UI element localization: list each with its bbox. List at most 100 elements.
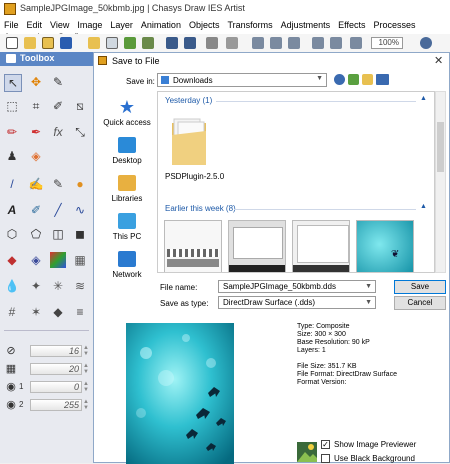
black-background-checkbox[interactable] — [321, 454, 330, 463]
save-as-type-dropdown[interactable]: DirectDraw Surface (.dds) ▼ — [218, 296, 376, 309]
new-file-icon[interactable] — [6, 37, 18, 49]
spray-tool-icon[interactable]: ✍ — [28, 176, 44, 192]
scrollbar-thumb[interactable] — [437, 122, 444, 172]
close-icon[interactable]: ✕ — [434, 54, 443, 67]
place-desktop[interactable]: Desktop — [97, 137, 157, 165]
smudge-tool-icon[interactable]: ✎ — [50, 176, 66, 192]
show-previewer-checkbox[interactable]: ✓ — [321, 440, 330, 449]
save-icon[interactable] — [60, 37, 72, 49]
threshold-1-value[interactable]: 0 — [30, 381, 82, 393]
resize-icon[interactable] — [330, 37, 342, 49]
menu-effects[interactable]: Effects — [334, 18, 369, 30]
paste-icon[interactable] — [106, 37, 118, 49]
group-header[interactable]: Yesterday (1) — [165, 96, 212, 105]
chevron-up-icon[interactable]: ▲ — [420, 95, 427, 102]
polygon-tool-icon[interactable]: ⬠ — [28, 226, 44, 242]
text-tool-icon[interactable]: A — [4, 202, 20, 218]
file-list[interactable]: Yesterday (1) ▲ PSDPlugin-2.5.0 Earlier … — [157, 91, 435, 273]
arrange-icon[interactable] — [288, 37, 300, 49]
fx-tool-icon[interactable]: fx — [50, 124, 66, 140]
crop-tool-icon[interactable]: ⌗ — [28, 98, 44, 114]
pen-tool-icon[interactable]: ✒ — [28, 124, 44, 140]
menu-processes[interactable]: Processes — [370, 18, 420, 30]
menu-adjustments[interactable]: Adjustments — [277, 18, 335, 30]
bandage-tool-icon[interactable]: ◈ — [28, 148, 44, 164]
eyedropper-tool-icon[interactable]: ✎ — [50, 74, 66, 90]
menu-view[interactable]: View — [46, 18, 73, 30]
size-value[interactable]: 16 — [30, 345, 82, 357]
file-thumbnail[interactable] — [292, 220, 350, 272]
save-button[interactable]: Save — [394, 280, 446, 294]
pointer-tool-icon[interactable]: ↖ — [4, 74, 22, 92]
warp-tool-icon[interactable]: ⤡ — [72, 124, 88, 140]
cancel-button[interactable]: Cancel — [394, 296, 446, 310]
open-folder-icon[interactable] — [24, 37, 36, 49]
place-quick-access[interactable]: ★ Quick access — [97, 98, 157, 127]
sparkle-tool-icon[interactable]: ✳ — [50, 278, 66, 294]
file-thumbnail[interactable] — [164, 220, 222, 272]
drop-tool-icon[interactable]: 💧 — [4, 278, 20, 294]
fill-tool-icon[interactable]: ● — [72, 176, 88, 192]
menu-animation[interactable]: Animation — [137, 18, 185, 30]
help-icon[interactable] — [420, 37, 432, 49]
bucket-tool-icon[interactable]: ◆ — [4, 252, 20, 268]
opacity-value[interactable]: 20 — [30, 363, 82, 375]
place-libraries[interactable]: Libraries — [97, 175, 157, 203]
group-header[interactable]: Earlier this week (8) — [165, 204, 236, 213]
nib-tool-icon[interactable]: ◆ — [50, 304, 66, 320]
file-thumbnail[interactable]: ❦ — [356, 220, 414, 272]
zoom-field[interactable]: 100% — [371, 37, 403, 49]
threshold-2-slider[interactable]: ◉ 2 255 ▲ ▼ — [0, 398, 93, 412]
opacity-slider[interactable]: ▦ 20 ▲ ▼ — [0, 362, 93, 376]
crop-icon[interactable] — [312, 37, 324, 49]
chevron-down-icon[interactable]: ▼ — [365, 281, 372, 292]
menu-image[interactable]: Image — [73, 18, 106, 30]
move-tool-icon[interactable]: ✥ — [28, 74, 44, 90]
place-network[interactable]: Network — [97, 251, 157, 279]
threshold-1-spinner[interactable]: ▲ ▼ — [83, 381, 89, 393]
undo-icon[interactable] — [166, 37, 178, 49]
gradient-tool-icon[interactable]: ◈ — [28, 252, 44, 268]
tool-icon[interactable] — [206, 37, 218, 49]
picker-tool-icon[interactable]: ✐ — [50, 98, 66, 114]
menu-tool-icon[interactable]: ≡ — [72, 304, 88, 320]
cylinder-tool-icon[interactable]: ◫ — [50, 226, 66, 242]
menu-transforms[interactable]: Transforms — [223, 18, 276, 30]
threshold-2-spinner[interactable]: ▲ ▼ — [83, 399, 89, 411]
transform-tool-icon[interactable]: ⧅ — [72, 98, 88, 114]
menu-layer[interactable]: Layer — [106, 18, 137, 30]
redo-icon[interactable] — [184, 37, 196, 49]
pattern-tool-icon[interactable]: ▦ — [72, 252, 88, 268]
file-name-input[interactable]: SampleJPGImage_50kbmb.dds ▼ — [218, 280, 376, 293]
wave-tool-icon[interactable]: ≋ — [72, 278, 88, 294]
pencil-tool-icon[interactable]: / — [4, 176, 20, 192]
fit-icon[interactable] — [350, 37, 362, 49]
up-folder-icon[interactable] — [348, 74, 359, 85]
file-thumbnail[interactable] — [228, 220, 286, 272]
shape-tool-icon[interactable]: ⬡ — [4, 226, 20, 242]
menu-objects[interactable]: Objects — [185, 18, 224, 30]
align-icon[interactable] — [252, 37, 264, 49]
select-tool-icon[interactable]: ⬚ — [4, 98, 20, 114]
color-tool-icon[interactable] — [50, 252, 66, 268]
size-spinner[interactable]: ▲ ▼ — [83, 345, 89, 357]
cube-tool-icon[interactable]: ◼ — [72, 226, 88, 242]
folder-icon[interactable] — [170, 117, 208, 167]
menu-file[interactable]: File — [0, 18, 23, 30]
vector-pen-tool-icon[interactable]: ✐ — [28, 202, 44, 218]
open-recent-icon[interactable] — [42, 37, 54, 49]
back-icon[interactable] — [334, 74, 345, 85]
clipboard-icon[interactable] — [124, 37, 136, 49]
warp2-tool-icon[interactable]: ✶ — [28, 304, 44, 320]
save-in-dropdown[interactable]: Downloads ▼ — [157, 73, 327, 87]
curve-tool-icon[interactable]: ∿ — [72, 202, 88, 218]
grid-icon[interactable] — [226, 37, 238, 49]
menu-edit[interactable]: Edit — [23, 18, 47, 30]
opacity-spinner[interactable]: ▲ ▼ — [83, 363, 89, 375]
chevron-down-icon[interactable]: ▼ — [365, 297, 372, 308]
blur-tool-icon[interactable]: ✦ — [28, 278, 44, 294]
add-icon[interactable] — [142, 37, 154, 49]
grid-tool-icon[interactable]: # — [4, 304, 20, 320]
new-folder-icon[interactable] — [362, 74, 373, 85]
size-slider[interactable]: ⊘ 16 ▲ ▼ — [0, 344, 93, 358]
